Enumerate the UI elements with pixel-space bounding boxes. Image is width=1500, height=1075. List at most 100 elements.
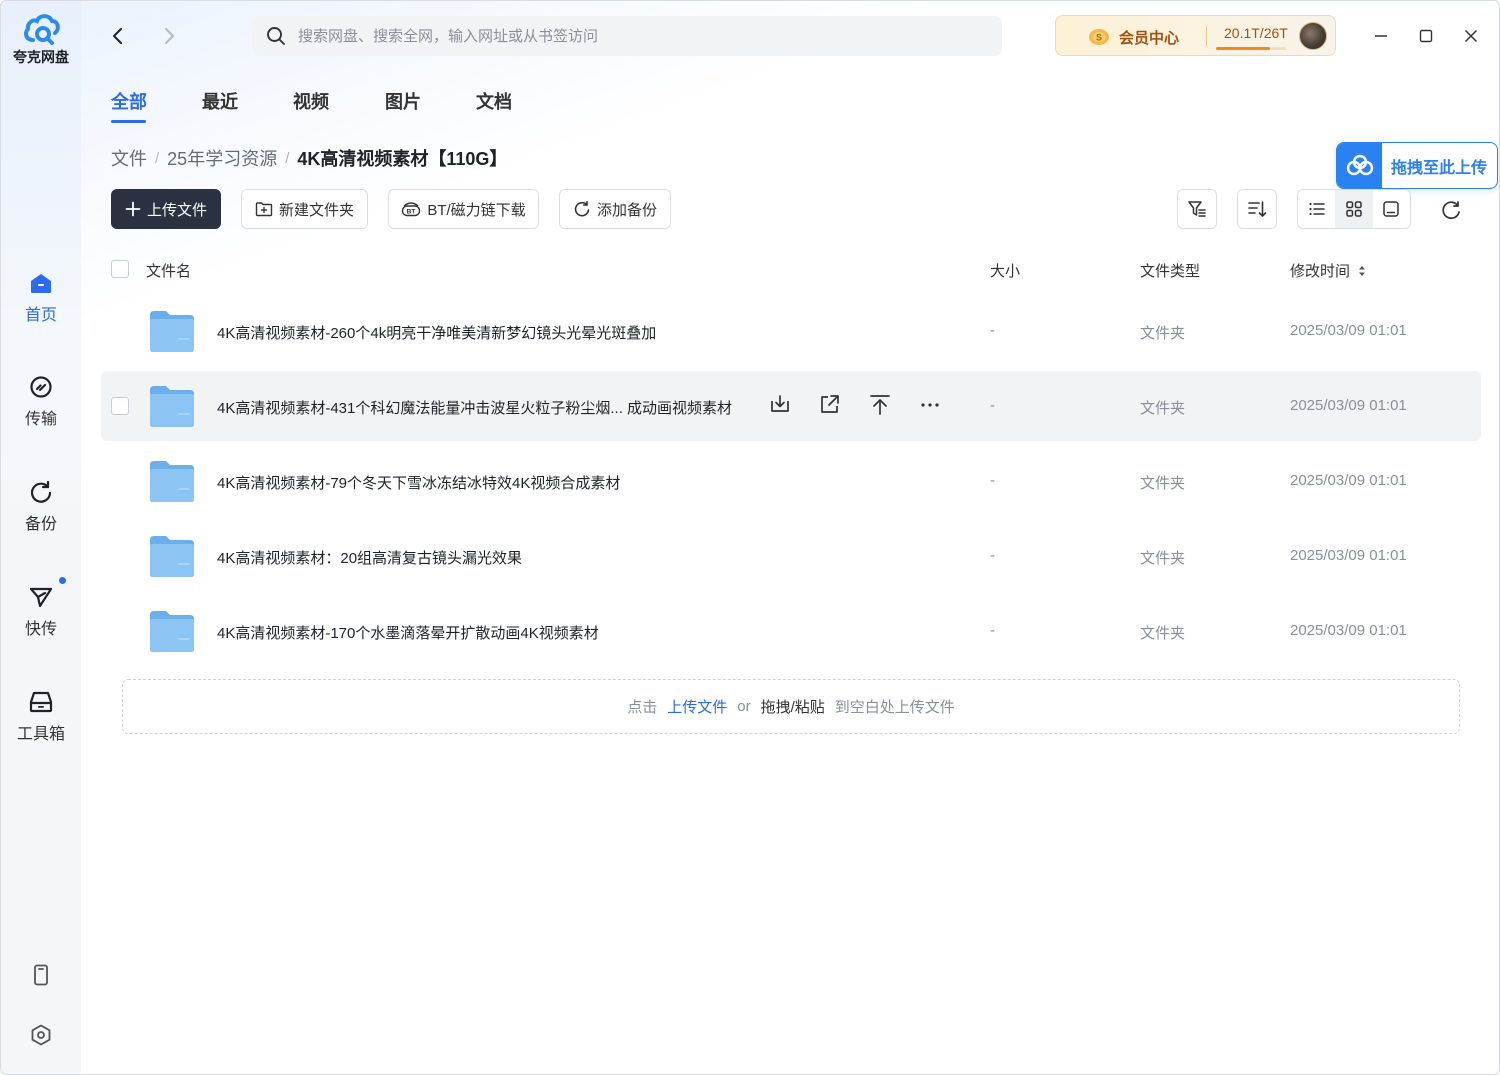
select-all-checkbox[interactable] — [111, 260, 129, 278]
move-to-top-button[interactable] — [867, 392, 893, 418]
app-logo[interactable]: 夸克网盘 — [1, 11, 81, 67]
sort-icon — [1248, 201, 1267, 217]
chevron-left-icon — [113, 28, 122, 44]
plus-icon — [125, 201, 141, 217]
grid-view-button[interactable] — [1335, 190, 1373, 228]
folder-thumbnail — [149, 534, 195, 583]
maximize-button[interactable] — [1411, 21, 1441, 51]
upload-cloud-icon — [1346, 154, 1373, 175]
table-row[interactable]: 4K高清视频素材-170个水墨滴落晕开扩散动画4K视频素材 - 文件夹 2025/03… — [101, 596, 1481, 666]
upload-file-label: 上传文件 — [146, 201, 207, 219]
search-input[interactable] — [298, 27, 948, 45]
filter-button[interactable] — [1177, 189, 1217, 229]
view-mode-switcher — [1297, 189, 1411, 229]
backup-sync-icon — [574, 201, 590, 217]
file-name[interactable]: 4K高清视频素材-431个科幻魔法能量冲击波星火粒子粉尘烟... 成动画视频素材 — [217, 397, 732, 418]
search-bar[interactable] — [252, 16, 1002, 56]
forward-button[interactable] — [155, 21, 183, 51]
preview-view-button[interactable] — [1373, 190, 1410, 228]
settings-icon — [31, 1024, 51, 1046]
svg-text:S: S — [1096, 33, 1102, 43]
backup-icon — [30, 480, 52, 503]
table-row[interactable]: 4K高清视频素材：20组高清复古镜头漏光效果 - 文件夹 2025/03/09 01:… — [101, 521, 1481, 591]
breadcrumb-separator: / — [155, 149, 160, 167]
back-button[interactable] — [104, 21, 132, 51]
send-icon — [29, 587, 53, 608]
share-icon — [821, 395, 839, 413]
file-size: - — [990, 547, 995, 564]
active-tab-indicator — [111, 120, 146, 123]
breadcrumb-item-parent[interactable]: 25年学习资源 — [167, 145, 277, 171]
share-button[interactable] — [817, 392, 843, 418]
avatar[interactable] — [1299, 22, 1327, 50]
file-name[interactable]: 4K高清视频素材：20组高清复古镜头漏光效果 — [217, 547, 522, 568]
sidebar-item-transfer[interactable]: 传输 — [1, 373, 81, 429]
vip-center-link[interactable]: 会员中心 — [1119, 27, 1179, 48]
dropzone-drag-paste: 拖拽/粘贴 — [760, 699, 825, 716]
tab-image[interactable]: 图片 — [385, 88, 421, 114]
tab-all[interactable]: 全部 — [111, 88, 147, 114]
file-type: 文件夹 — [1140, 475, 1186, 492]
file-name[interactable]: 4K高清视频素材-170个水墨滴落晕开扩散动画4K视频素材 — [217, 622, 599, 643]
upload-dropzone[interactable]: 点击 上传文件 or 拖拽/粘贴 到空白处上传文件 — [122, 679, 1460, 734]
new-folder-button[interactable]: 新建文件夹 — [241, 189, 368, 229]
table-row[interactable]: 4K高清视频素材-431个科幻魔法能量冲击波星火粒子粉尘烟... 成动画视频素材… — [101, 371, 1481, 441]
folder-thumbnail — [149, 309, 195, 358]
sidebar-label-quick-send: 快传 — [24, 621, 57, 638]
sidebar-item-quick-send[interactable]: 快传 — [1, 577, 81, 639]
sidebar-item-backup[interactable]: 备份 — [1, 478, 81, 534]
app-name: 夸克网盘 — [13, 49, 69, 65]
drag-upload-button[interactable]: 拖拽至此上传 — [1336, 142, 1498, 189]
search-icon — [267, 27, 285, 45]
new-folder-icon — [255, 202, 273, 217]
sidebar-label-transfer: 传输 — [24, 411, 57, 428]
close-button[interactable] — [1456, 21, 1486, 51]
sort-toggle-icon — [1359, 266, 1366, 276]
minimize-icon — [1375, 35, 1387, 37]
close-icon — [1464, 29, 1478, 43]
more-button[interactable] — [917, 392, 943, 418]
column-header-modified-label: 修改时间 — [1290, 263, 1351, 280]
storage-quota[interactable]: 20.1T/26T — [1224, 25, 1288, 41]
download-button[interactable] — [767, 392, 793, 418]
breadcrumb-item-files[interactable]: 文件 — [111, 145, 147, 171]
column-header-modified[interactable]: 修改时间 — [1290, 260, 1367, 281]
column-header-name[interactable]: 文件名 — [146, 260, 191, 281]
file-name[interactable]: 4K高清视频素材-260个4k明亮干净唯美清新梦幻镜头光晕光斑叠加 — [217, 322, 656, 343]
maximize-icon — [1419, 29, 1433, 43]
sort-button[interactable] — [1237, 189, 1277, 229]
settings-button[interactable] — [29, 1023, 53, 1047]
file-name[interactable]: 4K高清视频素材-79个冬天下雪冰冻结冰特效4K视频合成素材 — [217, 472, 620, 493]
sidebar-item-home[interactable]: 首页 — [1, 269, 81, 325]
vip-panel: S 会员中心 20.1T/26T — [1055, 15, 1336, 56]
table-row[interactable]: 4K高清视频素材-260个4k明亮干净唯美清新梦幻镜头光晕光斑叠加 - 文件夹 202… — [101, 296, 1481, 366]
transfer-icon — [30, 376, 52, 398]
refresh-button[interactable] — [1437, 196, 1465, 224]
bt-download-button[interactable]: BT BT/磁力链下载 — [388, 189, 539, 229]
new-folder-label: 新建文件夹 — [278, 201, 354, 219]
phone-button[interactable] — [29, 963, 53, 987]
dropzone-upload-link[interactable]: 上传文件 — [667, 696, 727, 717]
tab-recent[interactable]: 最近 — [202, 88, 238, 114]
grid-view-icon — [1346, 201, 1362, 217]
chevron-right-icon — [165, 28, 174, 44]
sidebar-item-toolbox[interactable]: 工具箱 — [1, 688, 81, 744]
file-modified-time: 2025/03/09 01:01 — [1290, 397, 1407, 414]
breadcrumb-item-current: 4K高清视频素材【110G】 — [297, 149, 508, 169]
add-backup-button[interactable]: 添加备份 — [559, 189, 671, 229]
minimize-button[interactable] — [1366, 21, 1396, 51]
tab-video[interactable]: 视频 — [293, 88, 329, 114]
list-view-icon — [1309, 202, 1325, 216]
upload-file-button[interactable]: 上传文件 — [111, 189, 221, 229]
column-header-size[interactable]: 大小 — [990, 260, 1020, 281]
sidebar-label-toolbox: 工具箱 — [16, 726, 65, 743]
dropzone-or: or — [737, 698, 751, 715]
file-modified-time: 2025/03/09 01:01 — [1290, 322, 1407, 339]
table-row[interactable]: 4K高清视频素材-79个冬天下雪冰冻结冰特效4K视频合成素材 - 文件夹 2025/0… — [101, 446, 1481, 516]
app-window: 夸克网盘 首页 传输 备份 快传 工具箱 搜索网盘、搜索全网，输入网址或从书签访… — [0, 0, 1500, 1075]
list-view-button[interactable] — [1298, 190, 1335, 228]
folder-thumbnail — [149, 609, 195, 658]
tab-document[interactable]: 文档 — [476, 88, 512, 114]
row-checkbox[interactable] — [111, 397, 129, 415]
column-header-type[interactable]: 文件类型 — [1140, 260, 1200, 281]
